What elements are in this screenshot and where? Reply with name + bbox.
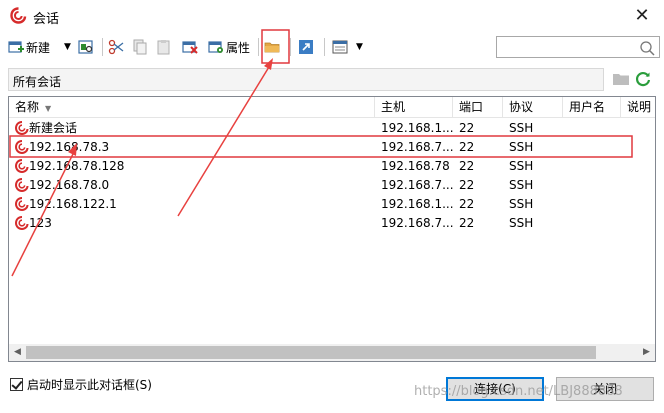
toolbar-separator — [324, 38, 325, 56]
chevron-down-icon: ▼ — [64, 42, 71, 52]
table-row[interactable]: 新建会话 192.168.1... 22 SSH — [9, 119, 655, 138]
cell-port: 22 — [459, 216, 475, 230]
cell-port: 22 — [459, 121, 475, 135]
scissors-icon — [108, 39, 124, 55]
chevron-down-icon: ▼ — [356, 42, 363, 52]
cell-port: 22 — [459, 197, 475, 211]
table-row[interactable]: 192.168.78.128 192.168.78 22 SSH — [9, 157, 655, 176]
cell-name: 新建会话 — [29, 121, 78, 135]
close-window-button[interactable]: ✕ — [624, 2, 660, 30]
copy-icon — [133, 39, 147, 55]
scroll-right-icon[interactable]: ▶ — [638, 344, 655, 361]
column-header-username[interactable]: 用户名 — [563, 97, 621, 118]
session-path-bar: 所有会话 — [8, 68, 604, 91]
paste-icon — [157, 40, 170, 55]
cell-name: 192.168.78.128 — [29, 159, 125, 173]
export-button[interactable] — [298, 36, 314, 58]
startup-checkbox[interactable] — [10, 378, 23, 391]
delete-icon — [182, 41, 198, 54]
column-header-protocol[interactable]: 协议 — [503, 97, 563, 118]
save-session-icon — [78, 40, 93, 54]
cut-button[interactable] — [108, 36, 124, 58]
open-folder-button[interactable] — [264, 36, 280, 58]
watermark: https://blog.csdn.net/LBJ888888 — [414, 384, 623, 399]
refresh-icon[interactable] — [634, 70, 652, 88]
view-button[interactable]: ▼ — [332, 36, 363, 58]
cell-name: 192.168.78.3 — [29, 140, 110, 154]
cell-protocol: SSH — [509, 121, 534, 135]
cell-name: 192.168.78.0 — [29, 178, 110, 192]
new-session-label: 新建 — [26, 40, 51, 55]
scroll-left-icon[interactable]: ◀ — [9, 344, 26, 361]
copy-button[interactable] — [132, 36, 148, 58]
new-session-button[interactable]: 新建 — [8, 36, 50, 58]
cell-host: 192.168.7... — [381, 140, 453, 154]
window-title: 会话 — [33, 12, 60, 27]
paste-button[interactable] — [156, 36, 172, 58]
properties-button[interactable]: 属性 — [208, 36, 250, 58]
cell-protocol: SSH — [509, 197, 534, 211]
scrollbar-thumb[interactable] — [26, 346, 596, 359]
toolbar-separator — [258, 38, 259, 56]
title-bar: 会话 ✕ — [0, 0, 664, 32]
xshell-logo-icon — [10, 7, 27, 24]
folder-icon — [264, 42, 280, 53]
export-icon — [299, 40, 313, 54]
column-header-port[interactable]: 端口 — [453, 97, 503, 118]
save-session-button[interactable] — [78, 36, 94, 58]
table-row[interactable]: 123 192.168.7... 22 SSH — [9, 214, 655, 233]
table-row[interactable]: 192.168.122.1 192.168.1... 22 SSH — [9, 195, 655, 214]
search-input[interactable] — [499, 39, 635, 55]
cell-protocol: SSH — [509, 159, 534, 173]
column-header-host[interactable]: 主机 — [375, 97, 453, 118]
list-view-icon — [332, 40, 348, 54]
table-row[interactable]: 192.168.78.3 192.168.7... 22 SSH — [9, 138, 655, 157]
folder-icon[interactable] — [612, 71, 630, 87]
column-name-label: 名称 — [15, 100, 40, 114]
cell-host: 192.168.7... — [381, 178, 453, 192]
cell-protocol: SSH — [509, 140, 534, 154]
cell-port: 22 — [459, 140, 475, 154]
horizontal-scrollbar[interactable]: ◀ ▶ — [9, 344, 655, 361]
toolbar-separator — [102, 38, 103, 56]
cell-port: 22 — [459, 178, 475, 192]
column-header-name[interactable]: 名称 ▼ — [9, 97, 375, 118]
session-list[interactable]: 名称 ▼ 主机 端口 协议 用户名 说明 新建会话 192.168.1... 22 SS… — [8, 96, 656, 362]
column-header-description[interactable]: 说明 — [621, 97, 655, 118]
properties-label: 属性 — [226, 40, 251, 55]
toolbar-separator — [290, 38, 291, 56]
delete-button[interactable] — [182, 36, 198, 58]
cell-protocol: SSH — [509, 216, 534, 230]
cell-name: 192.168.122.1 — [29, 197, 117, 211]
sort-arrow-icon: ▼ — [45, 104, 52, 113]
list-header: 名称 ▼ 主机 端口 协议 用户名 说明 — [9, 97, 655, 118]
cell-host: 192.168.78 — [381, 159, 450, 173]
cell-host: 192.168.7... — [381, 216, 453, 230]
path-label: 所有会话 — [13, 75, 62, 89]
cell-name: 123 — [29, 216, 52, 230]
new-session-dropdown[interactable]: ▼ — [62, 36, 71, 58]
cell-port: 22 — [459, 159, 475, 173]
startup-checkbox-row[interactable]: 启动时显示此对话框(S) — [10, 376, 152, 393]
new-session-icon — [8, 41, 24, 53]
table-row[interactable]: 192.168.78.0 192.168.7... 22 SSH — [9, 176, 655, 195]
properties-icon — [208, 41, 223, 53]
cell-protocol: SSH — [509, 178, 534, 192]
cell-host: 192.168.1... — [381, 121, 453, 135]
startup-checkbox-label: 启动时显示此对话框(S) — [27, 378, 152, 392]
search-box — [496, 36, 660, 58]
cell-host: 192.168.1... — [381, 197, 453, 211]
search-icon[interactable] — [639, 40, 655, 56]
